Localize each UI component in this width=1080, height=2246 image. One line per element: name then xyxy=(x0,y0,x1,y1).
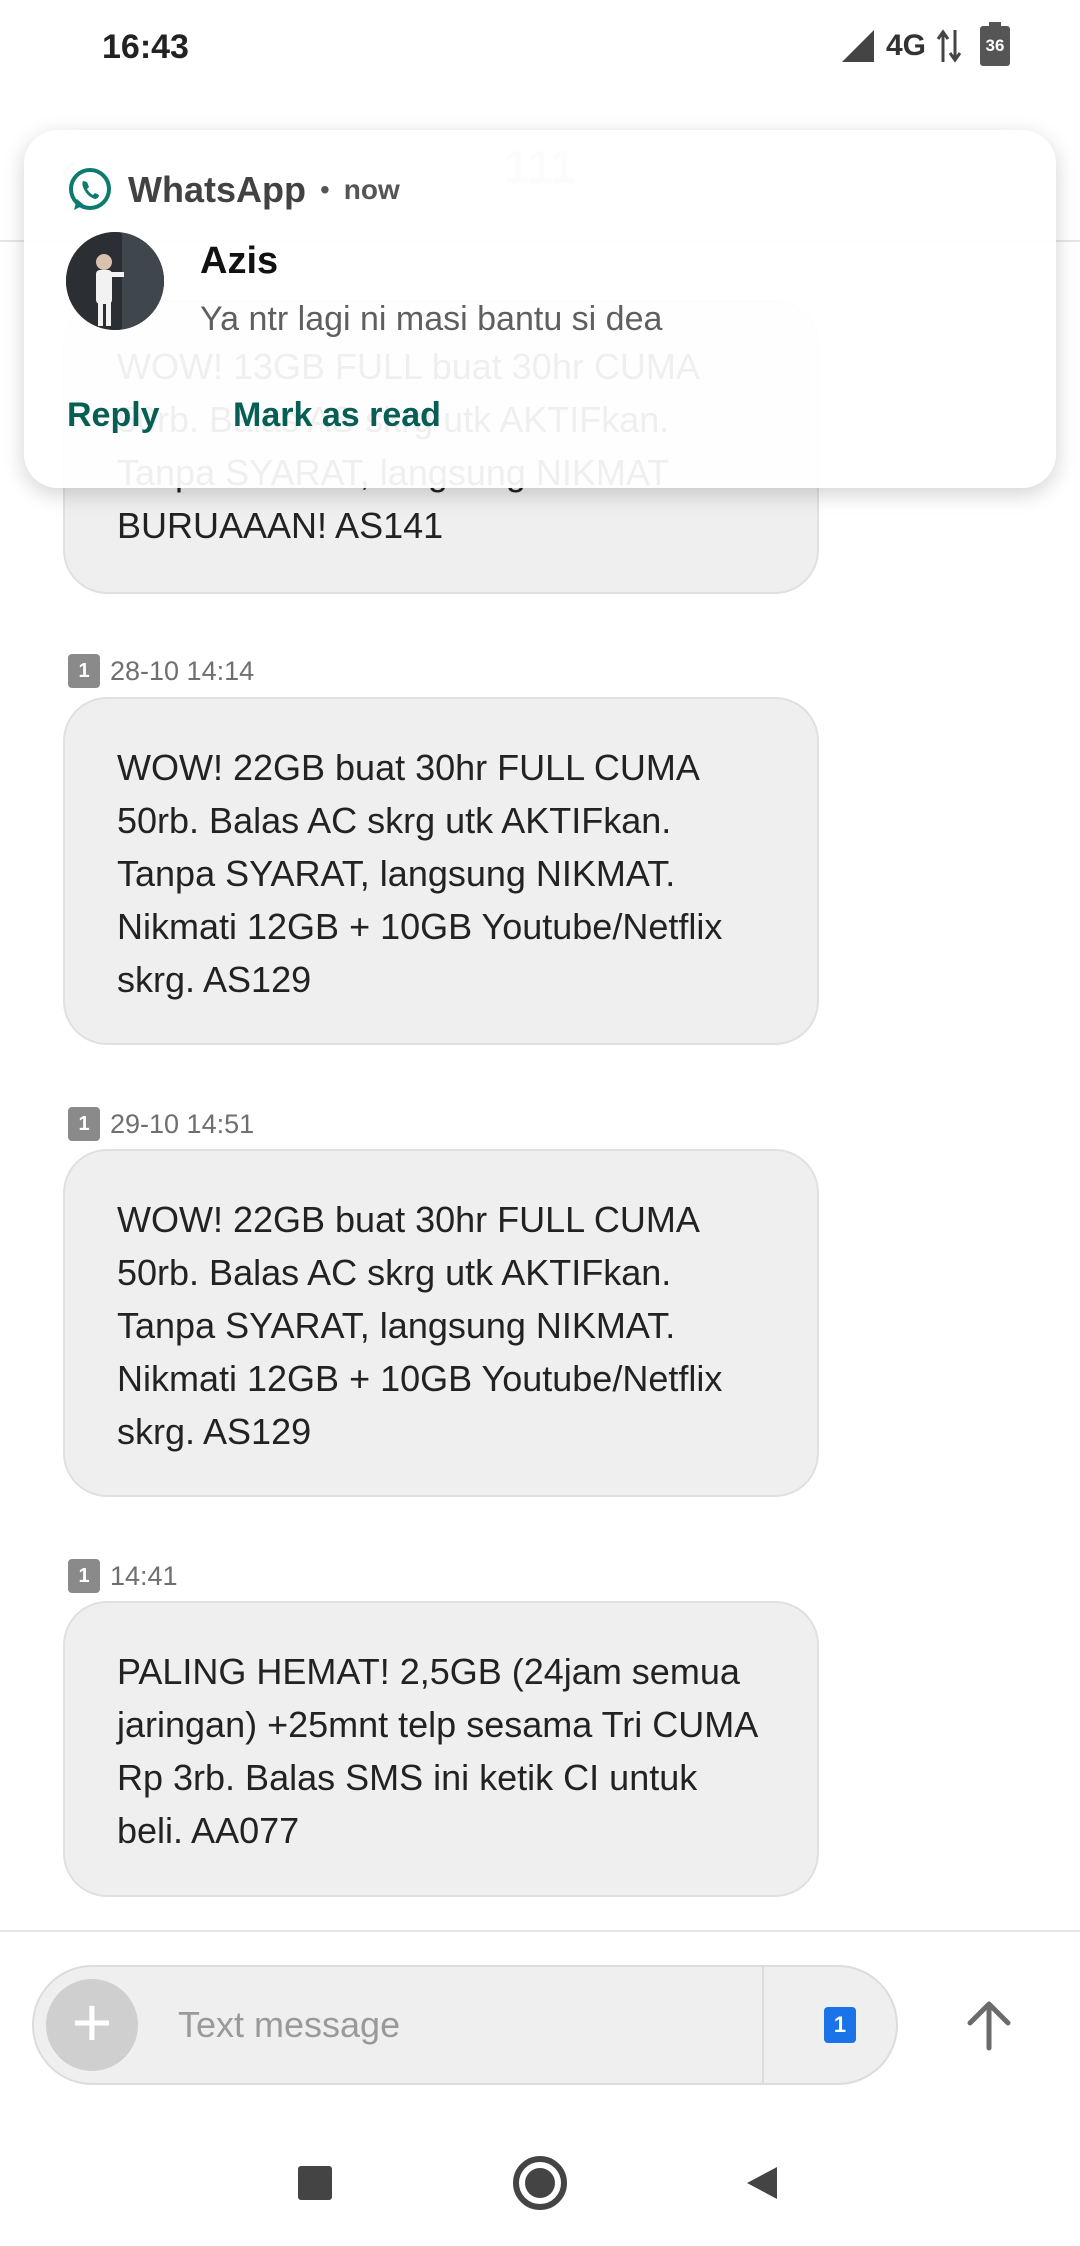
navigation-bar xyxy=(0,2116,1080,2246)
message-text: PALING HEMAT! 2,5GB (24jam semua jaringa… xyxy=(117,1651,767,1851)
notification-app-row: WhatsApp • now xyxy=(66,166,400,214)
notification-app-name: WhatsApp xyxy=(128,169,306,210)
message-time: 28-10 14:14 xyxy=(110,655,255,686)
whatsapp-icon xyxy=(69,168,111,210)
sim-badge: 1 xyxy=(68,654,100,688)
compose-divider xyxy=(762,1967,764,2083)
avatar xyxy=(66,232,164,330)
sim-badge: 1 xyxy=(68,1107,100,1141)
data-arrows-icon xyxy=(936,29,962,63)
home-circle-icon xyxy=(513,2156,567,2210)
messaging-screen: 16:43 4G 36 ‹ 111 WOW! 13GB FULL buat 30… xyxy=(0,0,1080,2246)
reply-button[interactable]: Reply xyxy=(67,396,160,435)
home-button[interactable] xyxy=(505,2148,575,2218)
message-time: 14:41 xyxy=(110,1560,178,1591)
status-icons: 4G 36 xyxy=(840,22,1010,66)
compose-field: + 1 xyxy=(32,1965,898,2085)
message-meta: 1 28-10 14:14 xyxy=(68,654,254,688)
network-type-label: 4G xyxy=(885,29,926,62)
message-meta: 1 29-10 14:51 xyxy=(68,1107,254,1141)
add-attachment-button[interactable]: + xyxy=(46,1979,138,2071)
battery-level: 36 xyxy=(985,36,1005,55)
message-time: 29-10 14:51 xyxy=(110,1108,255,1139)
message-input[interactable] xyxy=(178,1995,738,2055)
message-text: WOW! 22GB buat 30hr FULL CUMA 50rb. Bala… xyxy=(117,1199,733,1452)
notification-separator: • xyxy=(319,174,330,205)
notification-message: Ya ntr lagi ni masi bantu si dea xyxy=(200,300,663,338)
compose-bar: + 1 xyxy=(0,1930,1080,2116)
mark-as-read-button[interactable]: Mark as read xyxy=(233,396,441,435)
recents-square-icon xyxy=(298,2166,332,2200)
back-triangle-icon xyxy=(747,2167,777,2199)
whatsapp-notification[interactable]: WhatsApp • now Azis Ya ntr lagi ni masi … xyxy=(24,130,1056,488)
message-meta: 1 14:41 xyxy=(68,1559,178,1593)
message-text: WOW! 22GB buat 30hr FULL CUMA 50rb. Bala… xyxy=(117,747,733,1000)
send-button[interactable] xyxy=(944,1980,1034,2070)
battery-icon: 36 xyxy=(980,22,1010,66)
sim-card-icon: 1 xyxy=(824,2007,856,2043)
sim-badge: 1 xyxy=(68,1559,100,1593)
recents-button[interactable] xyxy=(280,2148,350,2218)
signal-icon xyxy=(841,30,874,62)
status-time: 16:43 xyxy=(102,28,189,66)
notification-sender: Azis xyxy=(200,240,279,282)
status-bar: 16:43 4G 36 xyxy=(0,0,1080,96)
plus-icon: + xyxy=(71,1983,113,2061)
notification-time: now xyxy=(343,174,400,205)
message-bubble[interactable]: WOW! 22GB buat 30hr FULL CUMA 50rb. Bala… xyxy=(63,697,819,1045)
sim-select-button[interactable]: 1 xyxy=(810,1997,870,2053)
arrow-up-icon xyxy=(967,2001,1011,2051)
sim-select-label: 1 xyxy=(833,2012,847,2037)
message-bubble[interactable]: WOW! 22GB buat 30hr FULL CUMA 50rb. Bala… xyxy=(63,1149,819,1497)
message-bubble[interactable]: PALING HEMAT! 2,5GB (24jam semua jaringa… xyxy=(63,1601,819,1897)
back-button[interactable] xyxy=(726,2148,796,2218)
